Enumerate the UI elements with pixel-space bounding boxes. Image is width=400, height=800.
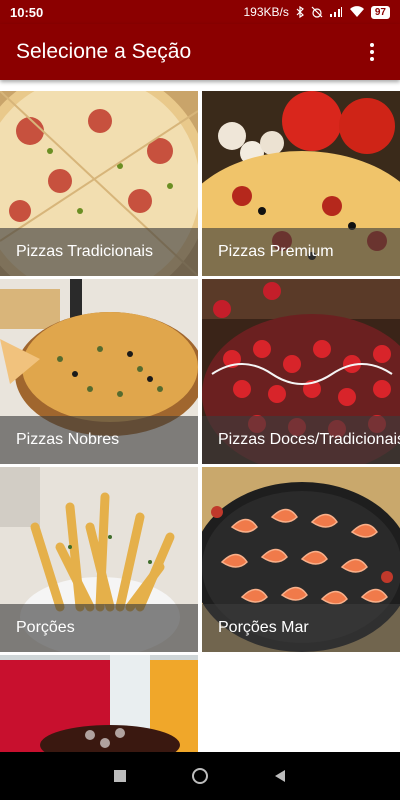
status-icons: 193KB/s 97 — [243, 5, 390, 19]
bluetooth-icon — [296, 6, 304, 18]
section-tile-pizzas-nobres[interactable]: Pizzas Nobres — [0, 279, 198, 464]
section-label: Porções Mar — [202, 604, 400, 652]
drinks-image — [0, 655, 198, 752]
section-tile-porcoes[interactable]: Porções — [0, 467, 198, 652]
section-label: Pizzas Doces/Tradicionais — [202, 416, 400, 464]
net-speed: 193KB/s — [243, 5, 289, 19]
back-button[interactable] — [266, 762, 294, 790]
more-vert-icon[interactable] — [360, 40, 384, 64]
status-time: 10:50 — [10, 4, 44, 20]
back-triangle-icon — [275, 770, 285, 782]
section-tile-pizzas-tradicionais[interactable]: Pizzas Tradicionais — [0, 91, 198, 276]
wifi-icon — [349, 6, 364, 18]
home-button[interactable] — [186, 762, 214, 790]
app-bar: Selecione a Seção — [0, 24, 400, 80]
section-label: Porções — [0, 604, 198, 652]
section-tile-porcoes-mar[interactable]: Porções Mar — [202, 467, 400, 652]
section-tile-bebidas[interactable] — [0, 655, 198, 752]
signal-icon — [329, 7, 342, 17]
system-nav-bar — [0, 752, 400, 800]
section-label: Pizzas Premium — [202, 228, 400, 276]
circle-icon — [192, 768, 208, 784]
square-icon — [114, 770, 126, 782]
page-title: Selecione a Seção — [16, 40, 192, 63]
battery-icon: 97 — [370, 5, 390, 19]
section-tile-pizzas-premium[interactable]: Pizzas Premium — [202, 91, 400, 276]
recent-apps-button[interactable] — [106, 762, 134, 790]
section-label: Pizzas Nobres — [0, 416, 198, 464]
section-tile-pizzas-doces[interactable]: Pizzas Doces/Tradicionais — [202, 279, 400, 464]
section-label: Pizzas Tradicionais — [0, 228, 198, 276]
status-bar: 10:50 193KB/s 97 — [0, 0, 400, 24]
alarm-off-icon — [311, 6, 323, 18]
